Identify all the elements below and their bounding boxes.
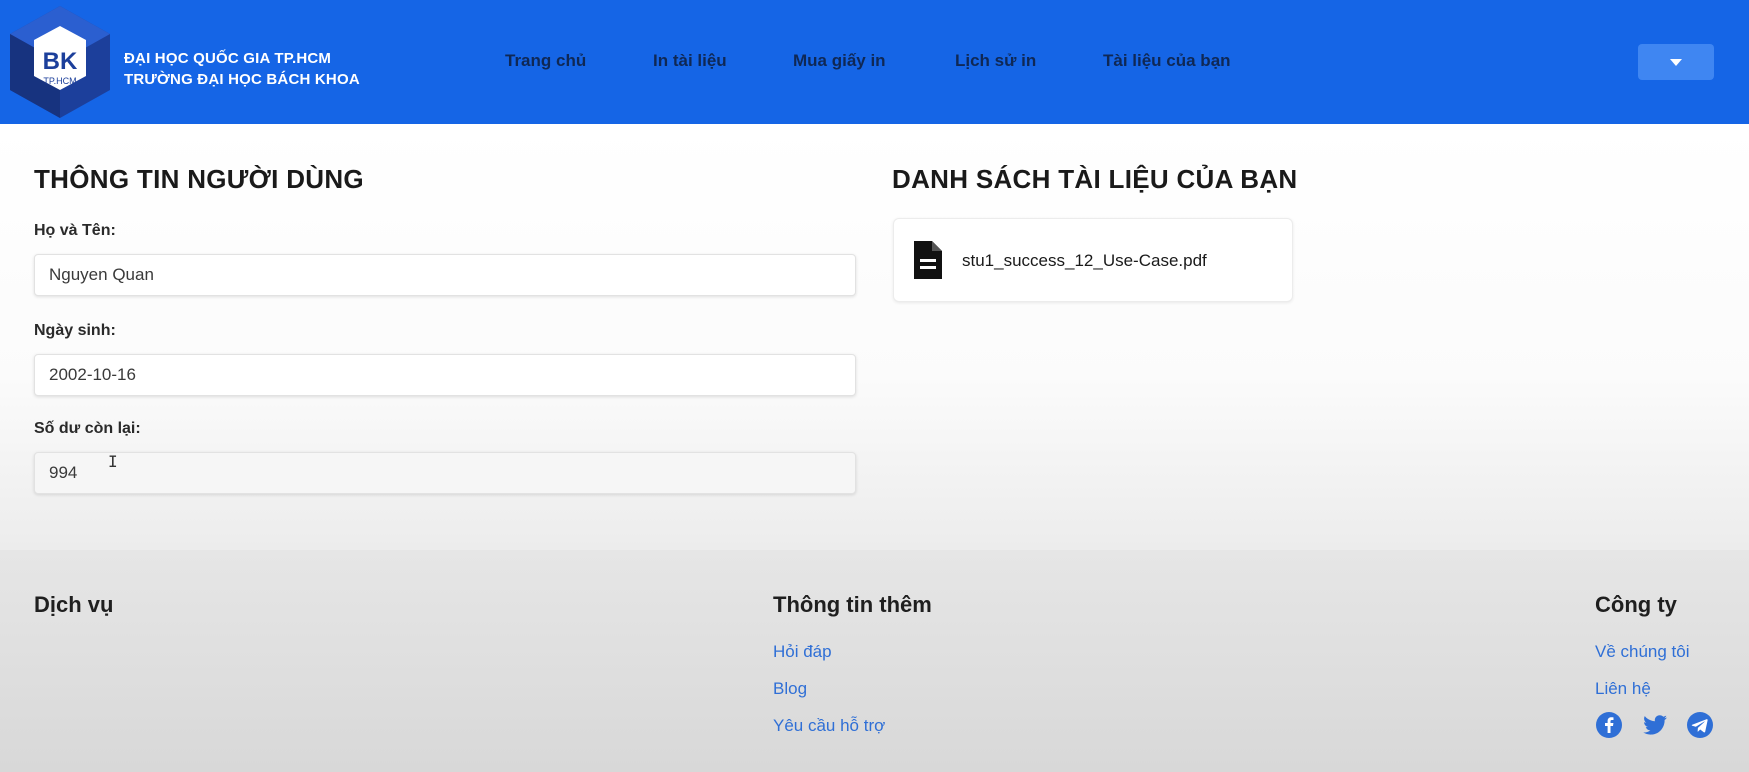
facebook-icon[interactable]	[1595, 711, 1623, 739]
footer-info-title: Thông tin thêm	[773, 592, 932, 617]
footer-link-about[interactable]: Về chúng tôi	[1595, 642, 1690, 662]
document-card[interactable]: stu1_success_12_Use-Case.pdf	[893, 218, 1293, 302]
nav-print-document[interactable]: In tài liệu	[653, 51, 727, 71]
footer	[0, 550, 1749, 772]
nav-your-documents[interactable]: Tài liệu của bạn	[1103, 51, 1231, 71]
fullname-label: Họ và Tên:	[34, 222, 116, 239]
birthdate-label: Ngày sinh:	[34, 322, 116, 339]
footer-company-title: Công ty	[1595, 592, 1677, 617]
nav-home[interactable]: Trang chủ	[505, 51, 586, 71]
nav-buy-paper[interactable]: Mua giấy in	[793, 51, 886, 71]
text-cursor-icon: I	[108, 452, 118, 471]
footer-services-title: Dịch vụ	[34, 592, 114, 617]
documents-title: DANH SÁCH TÀI LIỆU CỦA BẠN	[892, 164, 1298, 194]
footer-link-support[interactable]: Yêu cầu hỗ trợ	[773, 716, 885, 736]
nav-print-history[interactable]: Lịch sử in	[955, 51, 1036, 71]
telegram-icon[interactable]	[1686, 711, 1714, 739]
top-navbar: BK TP.HCM ĐẠI HỌC QUỐC GIA TP.HCM TRƯỜNG…	[0, 0, 1749, 124]
document-name: stu1_success_12_Use-Case.pdf	[962, 251, 1207, 270]
main-nav: Trang chủ In tài liệu Mua giấy in Lịch s…	[0, 0, 1749, 124]
footer-link-blog[interactable]: Blog	[773, 679, 807, 699]
user-menu-button[interactable]	[1638, 44, 1714, 80]
profile-title: THÔNG TIN NGƯỜI DÙNG	[34, 164, 364, 194]
footer-link-contact[interactable]: Liên hệ	[1595, 679, 1651, 699]
document-icon	[914, 241, 942, 279]
fullname-field[interactable]: Nguyen Quan	[34, 254, 856, 296]
birthdate-field[interactable]: 2002-10-16	[34, 354, 856, 396]
twitter-icon[interactable]	[1641, 711, 1669, 739]
balance-label: Số dư còn lại:	[34, 420, 141, 437]
caret-down-icon	[1670, 59, 1682, 66]
footer-link-faq[interactable]: Hỏi đáp	[773, 642, 832, 662]
balance-field[interactable]: 994	[34, 452, 856, 494]
